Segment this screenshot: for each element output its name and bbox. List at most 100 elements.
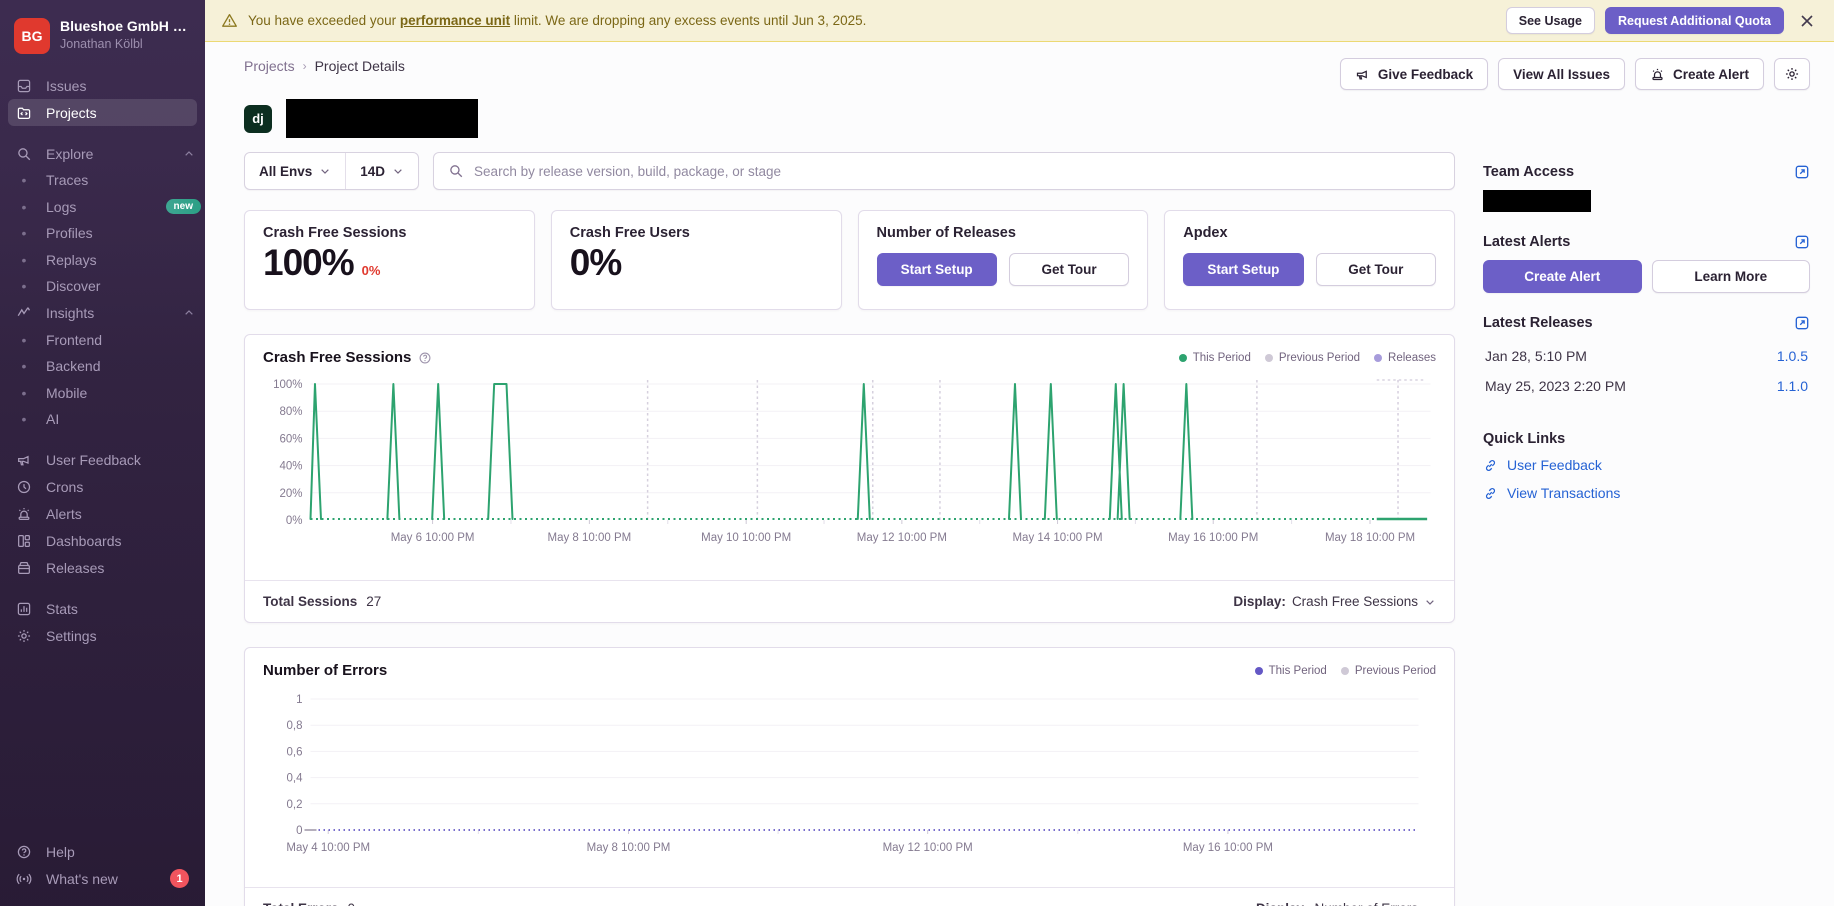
card-title: Crash Free Sessions	[263, 225, 516, 241]
request-quota-button[interactable]: Request Additional Quota	[1605, 7, 1784, 34]
quota-banner: You have exceeded your performance unit …	[205, 0, 1834, 42]
give-feedback-button[interactable]: Give Feedback	[1340, 58, 1488, 90]
sidebar-item-explore[interactable]: Explore	[0, 140, 205, 167]
start-setup-button[interactable]: Start Setup	[877, 253, 997, 286]
svg-text:May 8 10:00 PM: May 8 10:00 PM	[587, 842, 671, 854]
warning-icon	[221, 12, 238, 29]
total-errors-value: 0	[348, 901, 356, 906]
project-sidebar: Team Access Latest Alerts Create Alert L	[1483, 152, 1810, 906]
get-tour-button[interactable]: Get Tour	[1009, 253, 1129, 286]
legend-item[interactable]: Previous Period	[1341, 665, 1436, 677]
django-platform-icon: dj	[244, 105, 272, 133]
close-icon[interactable]	[1794, 10, 1820, 32]
gear-icon	[1784, 66, 1800, 82]
megaphone-icon	[15, 452, 33, 468]
sidebar-item-whats-new[interactable]: What's new 1	[0, 865, 205, 892]
sidebar-item-insights[interactable]: Insights	[0, 300, 205, 327]
issues-icon	[15, 78, 33, 94]
release-search	[433, 152, 1455, 190]
sidebar-item-issues[interactable]: Issues	[0, 72, 205, 99]
display-select[interactable]: Display: Crash Free Sessions	[1233, 594, 1436, 609]
legend-item[interactable]: Releases	[1374, 352, 1436, 364]
sidebar-item-profiles[interactable]: •Profiles	[0, 220, 205, 247]
svg-text:1: 1	[296, 694, 302, 706]
release-version-link[interactable]: 1.0.5	[1777, 348, 1808, 364]
crash-free-sessions-card: Crash Free Sessions 100% 0%	[244, 210, 535, 310]
breadcrumb-separator: ›	[303, 59, 307, 73]
chevron-up-icon	[183, 307, 195, 319]
sidebar-item-replays[interactable]: •Replays	[0, 247, 205, 274]
legend-item[interactable]: This Period	[1179, 352, 1251, 364]
release-row: May 25, 2023 2:20 PM 1.1.0	[1483, 371, 1810, 401]
help-icon	[15, 844, 33, 860]
quick-link[interactable]: User Feedback	[1483, 451, 1810, 479]
team-name-redacted[interactable]	[1483, 190, 1591, 212]
sidebar-item-help[interactable]: Help	[0, 838, 205, 865]
banner-message: You have exceeded your performance unit …	[248, 13, 866, 28]
sidebar-item-discover[interactable]: •Discover	[0, 273, 205, 300]
sidebar-item-stats[interactable]: Stats	[0, 596, 205, 623]
release-version-link[interactable]: 1.1.0	[1777, 378, 1808, 394]
sidebar-item-user-feedback[interactable]: User Feedback	[0, 447, 205, 474]
create-alert-button[interactable]: Create Alert	[1635, 58, 1764, 90]
link-icon	[1483, 458, 1498, 473]
whats-new-badge: 1	[170, 869, 189, 888]
svg-text:May 16 10:00 PM: May 16 10:00 PM	[1168, 532, 1258, 544]
sidebar-item-crons[interactable]: Crons	[0, 474, 205, 501]
external-link-icon[interactable]	[1794, 234, 1810, 250]
external-link-icon[interactable]	[1794, 164, 1810, 180]
sidebar-item-logs[interactable]: •Logsnew	[0, 194, 205, 221]
legend-item[interactable]: This Period	[1255, 665, 1327, 677]
external-link-icon[interactable]	[1794, 315, 1810, 331]
svg-text:0: 0	[296, 825, 302, 837]
help-icon[interactable]	[418, 351, 432, 365]
legend-item[interactable]: Previous Period	[1265, 352, 1360, 364]
total-errors-label: Total Errors	[263, 901, 339, 906]
org-avatar: BG	[14, 18, 50, 54]
view-all-issues-button[interactable]: View All Issues	[1498, 58, 1625, 90]
breadcrumb-projects[interactable]: Projects	[244, 58, 295, 74]
sidebar-item-settings[interactable]: Settings	[0, 623, 205, 650]
performance-unit-link[interactable]: performance unit	[400, 13, 510, 28]
release-row: Jan 28, 5:10 PM1.0.5	[1483, 341, 1810, 371]
sidebar-item-releases[interactable]: Releases	[0, 555, 205, 582]
crash-free-sessions-chart[interactable]: 100%80%60%40%20%0%May 6 10:00 PMMay 8 10…	[249, 374, 1448, 570]
sidebar-item-dashboards[interactable]: Dashboards	[0, 528, 205, 555]
svg-text:May 4 10:00 PM: May 4 10:00 PM	[286, 842, 370, 854]
get-tour-button[interactable]: Get Tour	[1316, 253, 1436, 286]
sidebar-item-frontend[interactable]: •Frontend	[0, 327, 205, 354]
app-root: BG Blueshoe GmbH … Jonathan Kölbl Issues…	[0, 0, 1834, 906]
create-alert-button[interactable]: Create Alert	[1483, 260, 1642, 293]
start-setup-button[interactable]: Start Setup	[1183, 253, 1303, 286]
apdex-card: Apdex Start Setup Get Tour	[1164, 210, 1455, 310]
svg-text:May 12 10:00 PM: May 12 10:00 PM	[857, 532, 947, 544]
link-icon	[1483, 486, 1498, 501]
crash-free-sessions-value: 100%	[263, 243, 354, 284]
filter-group: All Envs 14D	[244, 152, 419, 190]
date-range-filter[interactable]: 14D	[345, 153, 418, 189]
sidebar-item-ai[interactable]: •AI	[0, 406, 205, 433]
see-usage-button[interactable]: See Usage	[1506, 7, 1595, 34]
project-name-redacted	[286, 99, 478, 138]
sidebar-item-backend[interactable]: •Backend	[0, 353, 205, 380]
quick-link[interactable]: View Transactions	[1483, 479, 1810, 507]
sidebar-item-traces[interactable]: •Traces	[0, 167, 205, 194]
clock-icon	[15, 479, 33, 495]
project-settings-button[interactable]	[1774, 58, 1810, 90]
svg-text:May 18 10:00 PM: May 18 10:00 PM	[1325, 532, 1415, 544]
org-switcher[interactable]: BG Blueshoe GmbH … Jonathan Kölbl	[0, 14, 205, 72]
release-date: May 25, 2023 2:20 PM	[1485, 378, 1626, 394]
learn-more-button[interactable]: Learn More	[1652, 260, 1811, 293]
new-badge: new	[166, 199, 201, 214]
svg-text:May 12 10:00 PM: May 12 10:00 PM	[883, 842, 973, 854]
number-of-releases-card: Number of Releases Start Setup Get Tour	[858, 210, 1149, 310]
display-select[interactable]: Display: Number of Errors	[1256, 901, 1436, 906]
number-of-errors-chart[interactable]: 10,80,60,40,20May 4 10:00 PMMay 8 10:00 …	[249, 687, 1448, 877]
sidebar-item-alerts[interactable]: Alerts	[0, 501, 205, 528]
search-input[interactable]	[474, 164, 1440, 179]
breadcrumb-current: Project Details	[315, 58, 405, 74]
sidebar: BG Blueshoe GmbH … Jonathan Kölbl Issues…	[0, 0, 205, 906]
sidebar-item-mobile[interactable]: •Mobile	[0, 380, 205, 407]
sidebar-item-projects[interactable]: Projects	[8, 99, 197, 126]
environment-filter[interactable]: All Envs	[245, 153, 345, 189]
